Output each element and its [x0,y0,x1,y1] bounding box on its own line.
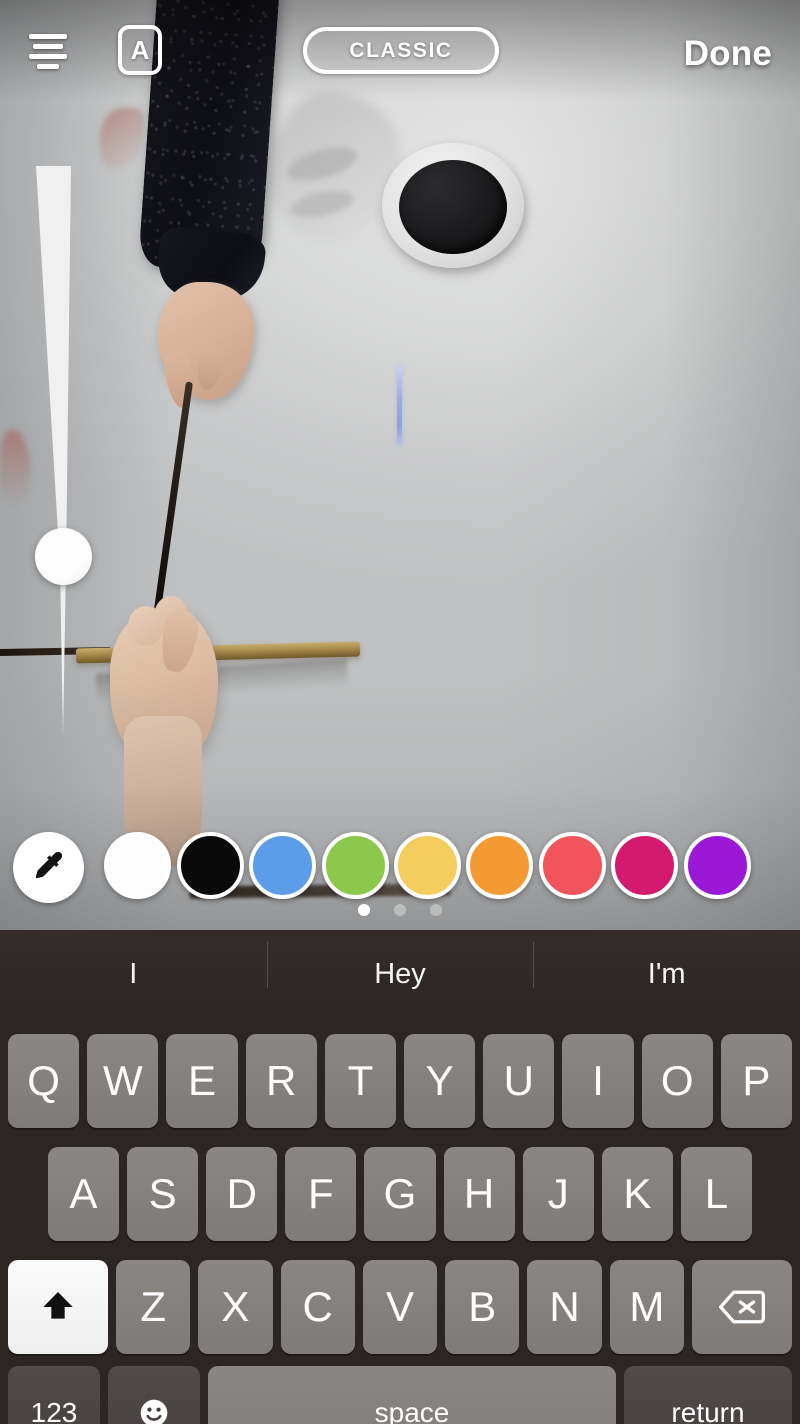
text-size-slider-track [36,166,71,736]
key-z[interactable]: Z [116,1259,191,1354]
key-l[interactable]: L [680,1146,752,1241]
keyboard-row-4: 123 space return [0,1363,800,1424]
editor-top-bar: A CLASSIC Done [0,0,800,100]
key-t[interactable]: T [324,1033,397,1128]
space-key[interactable]: space [208,1366,616,1424]
color-swatch-white[interactable] [104,832,171,899]
key-d[interactable]: D [206,1146,278,1241]
palette-page-dot-3[interactable] [430,904,442,916]
text-size-slider-thumb[interactable] [35,528,92,585]
font-style-label: CLASSIC [349,38,453,62]
key-g[interactable]: G [364,1146,436,1241]
color-swatch-black[interactable] [177,832,244,899]
color-palette [0,832,800,930]
key-s[interactable]: S [127,1146,199,1241]
key-r[interactable]: R [245,1033,317,1128]
wall-hole [399,160,507,254]
color-swatch-green[interactable] [322,832,389,899]
color-swatch-red[interactable] [539,832,606,899]
backspace-icon [718,1290,765,1323]
key-n[interactable]: N [527,1259,602,1354]
key-q[interactable]: Q [8,1033,80,1128]
key-w[interactable]: W [87,1033,159,1128]
key-j[interactable]: J [522,1146,594,1241]
key-x[interactable]: X [198,1259,273,1354]
font-style-button[interactable]: CLASSIC [303,27,499,74]
suggestion-2[interactable]: Hey [266,941,534,991]
done-label: Done [683,34,772,73]
done-button[interactable]: Done [684,34,772,74]
on-screen-keyboard: I Hey I'm Q W E R T Y U I O P A S D F G … [0,930,800,1424]
key-o[interactable]: O [641,1033,713,1128]
keyboard-row-2: A S D F G H J K L [0,1137,800,1250]
suggestion-1[interactable]: I [0,958,267,991]
suggestion-3[interactable]: I'm [533,941,800,991]
text-cursor [397,366,402,446]
key-b[interactable]: B [445,1259,520,1354]
backspace-key[interactable] [691,1259,792,1354]
story-text-editor-screen: A CLASSIC Done I Hey I'm Q W E R T Y U I… [0,0,800,1424]
keyboard-rows: Q W E R T Y U I O P A S D F G H J K L Z … [0,1018,800,1424]
key-c[interactable]: C [280,1259,355,1354]
numbers-key[interactable]: 123 [8,1366,100,1424]
keyboard-row-1: Q W E R T Y U I O P [0,1024,800,1137]
color-swatch-pink[interactable] [611,832,678,899]
text-align-icon[interactable] [26,30,70,72]
text-highlight-button[interactable]: A [118,25,162,75]
keyboard-row-3: Z X C V B N M [0,1250,800,1363]
palette-page-dots [0,904,800,916]
palette-page-dot-1[interactable] [358,904,370,916]
return-key[interactable]: return [624,1366,792,1424]
color-swatch-purple[interactable] [684,832,751,899]
key-e[interactable]: E [166,1033,238,1128]
key-m[interactable]: M [609,1259,684,1354]
color-swatch-yellow[interactable] [394,832,461,899]
key-v[interactable]: V [362,1259,438,1354]
story-photo-canvas[interactable] [0,0,800,930]
key-i[interactable]: I [562,1033,634,1128]
eyedropper-icon[interactable] [13,832,84,903]
emoji-icon [140,1399,168,1424]
color-swatch-blue[interactable] [249,832,316,899]
shift-icon [43,1291,73,1319]
text-size-slider[interactable] [14,166,92,736]
key-k[interactable]: K [601,1146,673,1241]
key-p[interactable]: P [720,1033,793,1128]
color-swatch-orange[interactable] [466,832,533,899]
shift-key[interactable] [8,1259,108,1354]
eyedropper-glyph [35,851,62,878]
text-style-label: A [130,34,150,65]
key-u[interactable]: U [483,1033,555,1128]
key-a[interactable]: A [48,1146,120,1241]
key-y[interactable]: Y [404,1033,476,1128]
emoji-key[interactable] [108,1366,200,1424]
key-f[interactable]: F [285,1146,357,1241]
predictive-suggestion-bar: I Hey I'm [0,930,800,1018]
key-h[interactable]: H [443,1146,515,1241]
palette-page-dot-2[interactable] [394,904,406,916]
